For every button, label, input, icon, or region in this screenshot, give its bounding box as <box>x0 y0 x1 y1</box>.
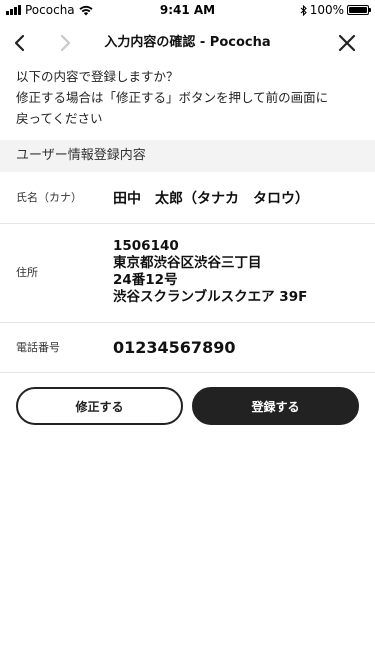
name-row: 氏名（カナ） 田中 太郎（タナカ タロウ） <box>0 172 375 224</box>
intro-line: 修正する場合は「修正する」ボタンを押して前の画面に <box>16 90 329 105</box>
address-line: 渋谷スクランブルスクエア 39F <box>113 289 308 305</box>
postal-code: 1506140 <box>113 238 179 254</box>
address-row: 住所 1506140 東京都渋谷区渋谷三丁目 24番12号 渋谷スクランブルスク… <box>0 224 375 323</box>
address-value: 1506140 東京都渋谷区渋谷三丁目 24番12号 渋谷スクランブルスクエア … <box>113 238 307 306</box>
phone-value: 01234567890 <box>113 338 236 357</box>
status-right: 100% <box>300 3 371 17</box>
intro-line: 戻ってください <box>16 111 103 126</box>
close-icon <box>338 34 356 52</box>
address-line: 24番12号 <box>113 272 178 288</box>
phone-label: 電話番号 <box>16 341 60 354</box>
bluetooth-icon <box>300 4 307 16</box>
edit-button[interactable]: 修正する <box>16 387 183 425</box>
close-button[interactable] <box>335 31 359 55</box>
page-title: 入力内容の確認 - Pococha <box>104 35 271 50</box>
intro-line: 以下の内容で登録しますか？ <box>16 69 179 84</box>
name-value: 田中 太郎（タナカ タロウ） <box>113 191 309 207</box>
address-label: 住所 <box>16 266 38 279</box>
battery-percent: 100% <box>309 3 344 17</box>
nav-bar: 入力内容の確認 - Pococha <box>0 20 375 66</box>
section-header: ユーザー情報登録内容 <box>0 140 375 172</box>
address-line: 東京都渋谷区渋谷三丁目 <box>113 255 262 271</box>
status-bar: Pococha 9:41 AM 100% <box>0 0 375 20</box>
phone-row: 電話番号 01234567890 <box>0 323 375 373</box>
battery-icon <box>347 5 371 15</box>
intro-message: 以下の内容で登録しますか？ 修正する場合は「修正する」ボタンを押して前の画面に … <box>16 66 361 129</box>
register-button[interactable]: 登録する <box>192 387 359 425</box>
name-label: 氏名（カナ） <box>16 191 82 204</box>
section-title: ユーザー情報登録内容 <box>16 148 146 163</box>
